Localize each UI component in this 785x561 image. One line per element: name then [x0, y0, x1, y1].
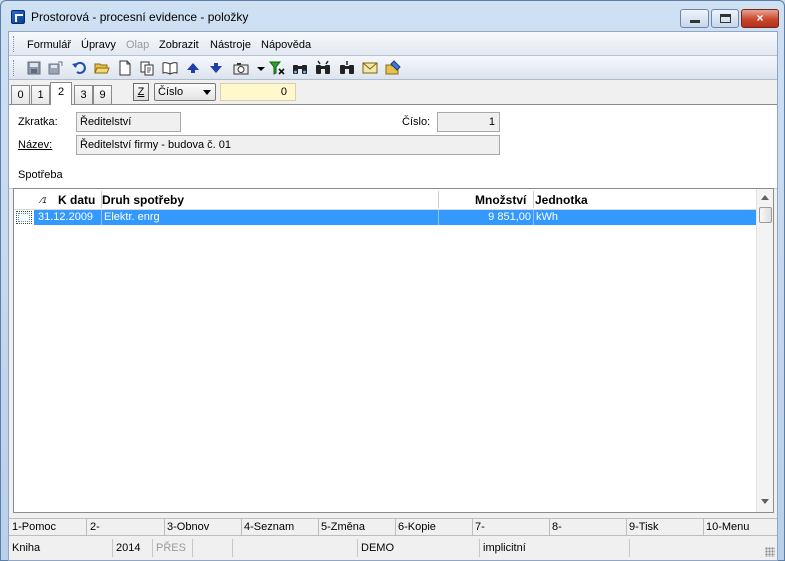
chevron-down-icon [203, 90, 211, 95]
save-as-icon[interactable] [47, 60, 63, 76]
menu-grip [13, 36, 16, 52]
tab-0[interactable]: 0 [11, 85, 30, 104]
col-separator[interactable] [438, 191, 439, 208]
close-icon: × [756, 11, 764, 25]
camera-icon[interactable] [233, 60, 249, 76]
mail-icon[interactable] [362, 60, 378, 76]
minimize-icon [690, 20, 700, 23]
minimize-button[interactable] [680, 9, 709, 28]
fkey-6[interactable]: 6-Kopie [395, 519, 473, 536]
tab-3[interactable]: 3 [74, 85, 93, 104]
col-header-date[interactable]: K datu [58, 193, 95, 207]
fkey-3[interactable]: 3-Obnov [164, 519, 242, 536]
copy-icon[interactable] [139, 60, 155, 76]
col-header-type[interactable]: Druh spotřeby [102, 193, 184, 207]
search-number-input[interactable]: 0 [220, 83, 296, 101]
col-separator[interactable] [533, 191, 534, 208]
consumption-grid[interactable]: ⁄1 K datu Druh spotřeby Množství Jednotk… [13, 188, 774, 513]
scroll-thumb[interactable] [759, 207, 772, 223]
row-indicator[interactable] [16, 211, 32, 224]
toolbar-grip [13, 60, 16, 76]
scroll-down-icon[interactable] [761, 499, 769, 504]
nazev-label: Název: [18, 139, 53, 151]
binoculars-icon[interactable] [315, 60, 331, 76]
status-mode: implicitní [480, 539, 630, 557]
tab-2[interactable]: 2 [50, 82, 72, 105]
new-document-icon[interactable] [117, 60, 133, 76]
fkey-7[interactable]: 7- [472, 519, 550, 536]
application-window: Prostorová - procesní evidence - položky… [0, 0, 785, 561]
status-empty-1 [193, 539, 233, 557]
arrow-up-icon[interactable] [185, 60, 201, 76]
cell-date: 31.12.2009 [38, 211, 94, 223]
menu-formular[interactable]: Formulář [27, 39, 71, 51]
close-button[interactable]: × [741, 9, 779, 28]
title-bar[interactable]: Prostorová - procesní evidence - položky… [1, 1, 784, 31]
z-button[interactable]: Z [133, 83, 149, 101]
binoculars-icon[interactable] [292, 60, 308, 76]
status-year: 2014 [113, 539, 153, 557]
filter-icon[interactable] [269, 60, 285, 76]
order-select-value: Číslo [158, 86, 184, 98]
fkey-2[interactable]: 2- [87, 519, 165, 536]
fkey-5[interactable]: 5-Změna [318, 519, 396, 536]
resize-grip-icon[interactable] [765, 547, 775, 557]
zkratka-label: Zkratka: [18, 116, 58, 128]
col-header-unit[interactable]: Jednotka [535, 193, 588, 207]
edit-folder-icon[interactable] [385, 60, 401, 76]
cell-amount: 9 851,00 [488, 211, 531, 223]
cell-unit: kWh [536, 211, 558, 223]
app-icon [11, 10, 25, 24]
grid-header: ⁄1 K datu Druh spotřeby Množství Jednotk… [14, 189, 756, 210]
cislo-label: Číslo: [402, 116, 431, 128]
menu-zobrazit[interactable]: Zobrazit [159, 39, 199, 51]
open-folder-icon[interactable] [94, 60, 110, 76]
cislo-field[interactable]: 1 [437, 112, 500, 132]
table-row[interactable]: 31.12.2009 Elektr. enrg 9 851,00 kWh [34, 210, 756, 225]
client-area: Formulář Úpravy Olap Zobrazit Nástroje N… [8, 31, 778, 561]
arrow-down-icon[interactable] [208, 60, 224, 76]
cell-type: Elektr. enrg [104, 211, 160, 223]
sort-indicator: ⁄1 [41, 196, 47, 205]
menu-napoveda[interactable]: Nápověda [261, 39, 311, 51]
fkey-8[interactable]: 8- [549, 519, 627, 536]
nazev-field[interactable]: Ředitelství firmy - budova č. 01 [76, 135, 500, 155]
fkey-10[interactable]: 10-Menu [703, 519, 777, 536]
record-form: Zkratka: Ředitelství Číslo: 1 Název: Řed… [9, 104, 777, 189]
col-header-amount[interactable]: Množství [475, 193, 526, 207]
tab-9[interactable]: 9 [93, 85, 112, 104]
status-empty-3 [630, 539, 770, 557]
undo-icon[interactable] [71, 60, 87, 76]
spotreba-section-label: Spotřeba [18, 169, 63, 181]
status-pres: PŘES [153, 539, 193, 557]
save-icon[interactable] [26, 60, 42, 76]
menu-bar: Formulář Úpravy Olap Zobrazit Nástroje N… [9, 32, 777, 56]
maximize-button[interactable] [711, 9, 739, 28]
toolbar [9, 56, 777, 80]
vertical-scrollbar[interactable] [756, 189, 773, 512]
scroll-up-icon[interactable] [761, 195, 769, 200]
order-select[interactable]: Číslo [154, 83, 216, 101]
cell-separator [533, 210, 534, 225]
tab-1[interactable]: 1 [31, 85, 50, 104]
fkey-1[interactable]: 1-Pomoc [9, 519, 87, 536]
window-title: Prostorová - procesní evidence - položky [31, 10, 249, 24]
book-icon[interactable] [162, 60, 178, 76]
tab-row: 0 1 2 3 9 Z Číslo 0 [9, 80, 777, 105]
status-kniha: Kniha [9, 539, 113, 557]
dropdown-arrow-icon[interactable] [253, 60, 265, 76]
fkey-4[interactable]: 4-Seznam [241, 519, 319, 536]
binoculars-icon[interactable] [339, 60, 355, 76]
status-empty-2 [233, 539, 358, 557]
status-bar: Kniha 2014 PŘES DEMO implicitní [9, 537, 777, 559]
function-key-bar: 1-Pomoc 2- 3-Obnov 4-Seznam 5-Změna 6-Ko… [9, 518, 777, 536]
zkratka-field[interactable]: Ředitelství [76, 112, 181, 132]
cell-separator [101, 210, 102, 225]
menu-upravy[interactable]: Úpravy [81, 39, 116, 51]
maximize-icon [720, 14, 731, 23]
status-db: DEMO [358, 539, 480, 557]
menu-nastroje[interactable]: Nástroje [210, 39, 251, 51]
fkey-9[interactable]: 9-Tisk [626, 519, 704, 536]
menu-olap: Olap [126, 39, 150, 51]
